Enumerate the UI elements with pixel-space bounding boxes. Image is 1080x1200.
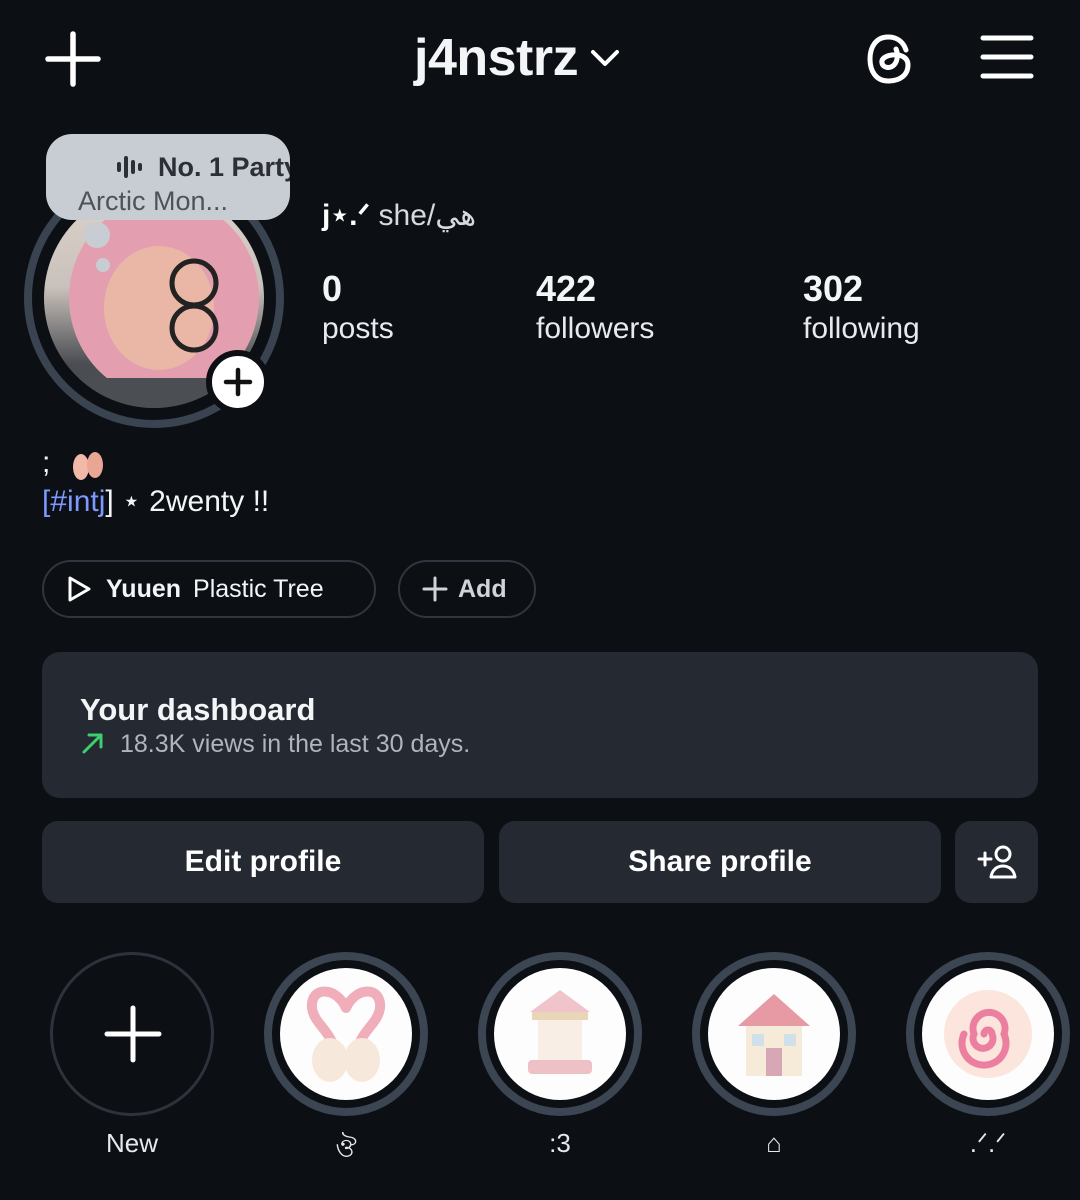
note-bubble[interactable]: No. 1 Party Arctic Mon...	[46, 134, 290, 220]
note-artist: Arctic Mon...	[78, 186, 229, 216]
profile-music-pill[interactable]: Yuuen Plastic Tree	[42, 560, 376, 618]
highlight-label: New	[105, 1128, 158, 1158]
followers-count: 422	[536, 268, 597, 309]
create-plus-icon[interactable]	[44, 30, 102, 88]
share-profile-label: Share profile	[628, 845, 812, 878]
menu-icon[interactable]	[980, 34, 1034, 80]
bio-line-2-rest: ] ⋆ 2wenty !!	[105, 485, 270, 518]
plus-icon	[104, 1005, 162, 1063]
plus-icon	[422, 576, 448, 602]
ballet-shoes-icon	[69, 447, 107, 481]
highlight-cover-carousel	[494, 968, 626, 1100]
highlight-label: ⌂	[766, 1128, 782, 1158]
music-artist: Plastic Tree	[193, 574, 324, 603]
following-count: 302	[803, 268, 864, 309]
threads-icon[interactable]	[864, 30, 920, 88]
following-label: following	[803, 312, 920, 345]
bio-line-1: ;	[42, 446, 107, 481]
highlight-label: :3	[549, 1128, 571, 1158]
edit-profile-label: Edit profile	[184, 845, 342, 878]
dashboard-title: Your dashboard	[80, 692, 316, 727]
display-name-line: j⋆.ᐟ she/هي	[322, 198, 476, 233]
chevron-down-icon	[590, 48, 620, 68]
add-story-button[interactable]	[206, 350, 270, 414]
trend-up-arrow-icon	[80, 730, 106, 756]
bio-line-1-text: ;	[42, 446, 51, 479]
share-profile-button[interactable]: Share profile	[499, 821, 941, 903]
note-bubble-tail	[84, 222, 110, 248]
pronouns: she/هي	[378, 199, 477, 232]
username: j4nstrz	[414, 29, 579, 87]
posts-label: posts	[322, 312, 394, 345]
audio-bars-icon	[116, 156, 142, 178]
add-user-icon	[976, 844, 1018, 880]
posts-count: 0	[322, 268, 343, 309]
music-song: Yuuen	[106, 574, 182, 603]
play-icon	[66, 575, 92, 603]
highlight-cover-house	[708, 968, 840, 1100]
bio-line-2: [#intj] ⋆ 2wenty !!	[42, 484, 269, 519]
highlight-label: .ᐟ.ᐟ	[969, 1128, 1007, 1158]
dashboard-views: 18.3K views in the last 30 days.	[120, 730, 471, 758]
account-switcher[interactable]: j4nstrz	[414, 28, 620, 88]
note-song-title: No. 1 Party	[158, 152, 290, 182]
discover-people-button[interactable]	[955, 821, 1038, 903]
highlight-cover-cats	[280, 968, 412, 1100]
highlight-cover-naruto	[922, 968, 1054, 1100]
professional-dashboard[interactable]: Your dashboard 18.3K views in the last 3…	[42, 652, 1038, 798]
highlight-label: ঔ	[335, 1133, 357, 1163]
add-link-button[interactable]: Add	[398, 560, 536, 618]
add-label: Add	[458, 574, 507, 603]
display-name: j⋆.ᐟ	[322, 199, 371, 232]
followers-label: followers	[536, 312, 655, 345]
note-bubble-tail-dot	[96, 258, 110, 272]
edit-profile-button[interactable]: Edit profile	[42, 821, 484, 903]
hashtag-link[interactable]: #intj	[50, 485, 105, 518]
